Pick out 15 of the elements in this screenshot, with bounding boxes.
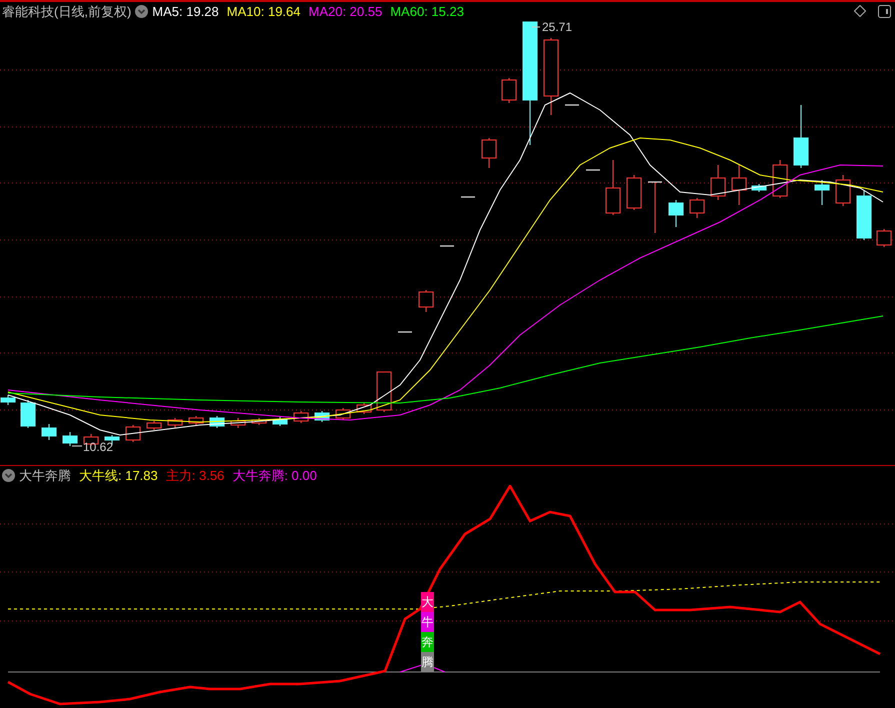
legend-value: 大牛线: 17.83 bbox=[79, 469, 158, 482]
legend-value: MA5: 19.28 bbox=[152, 4, 219, 18]
legend-value: 大牛奔腾: 0.00 bbox=[232, 469, 317, 482]
legend-value: MA60: 15.23 bbox=[390, 4, 464, 18]
low-price-label: 10.62 bbox=[72, 440, 114, 454]
legend-value: MA10: 19.64 bbox=[226, 4, 300, 18]
legend-value: MA20: 20.55 bbox=[308, 4, 382, 18]
signal-label: 奔 bbox=[421, 632, 434, 652]
signal-label: 牛 bbox=[421, 612, 434, 632]
chart-title: 睿能科技(日线,前复权) bbox=[2, 4, 132, 18]
legend-value: 主力: 3.56 bbox=[166, 469, 224, 482]
high-price-label: 25.71 bbox=[532, 20, 572, 34]
signal-label: 腾 bbox=[421, 652, 434, 672]
signal-label: 大 bbox=[421, 592, 434, 612]
indicator-title: 大牛奔腾 bbox=[19, 469, 71, 482]
